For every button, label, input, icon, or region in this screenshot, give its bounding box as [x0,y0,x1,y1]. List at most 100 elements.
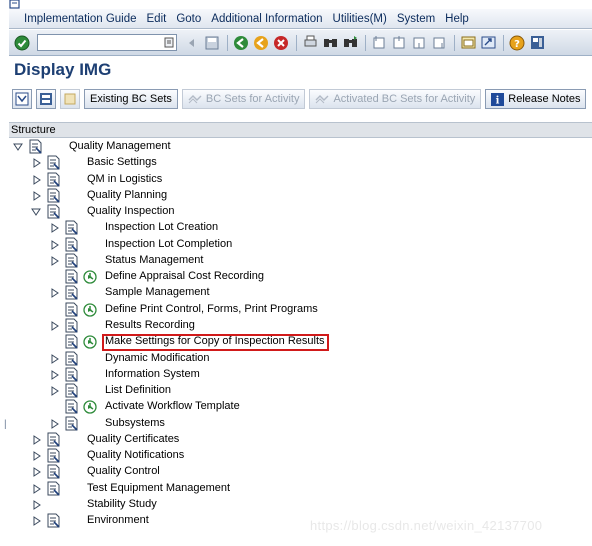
documentation-icon[interactable] [64,302,79,317]
bc-sets-for-activity-button[interactable]: BC Sets for Activity [181,89,306,109]
expand-node-icon[interactable] [51,288,59,299]
tree-node-label[interactable]: Inspection Lot Completion [105,238,232,250]
back-green-icon[interactable] [232,34,250,52]
tree-node-label[interactable]: Stability Study [87,498,157,510]
cancel-icon[interactable] [272,34,290,52]
tree-node-label[interactable]: Quality Notifications [87,449,184,461]
create-session-icon[interactable] [459,34,477,52]
help-icon[interactable]: ? [508,34,526,52]
tree-node[interactable]: Subsystems [9,416,592,432]
tree-node[interactable]: Define Appraisal Cost Recording [9,269,592,285]
tree-node[interactable]: Quality Inspection [9,204,592,220]
tree-node-label[interactable]: Define Appraisal Cost Recording [105,270,264,282]
collapse-node-icon[interactable] [13,142,23,152]
tree-node-label[interactable]: Subsystems [105,417,165,429]
documentation-icon[interactable] [64,253,79,268]
tree-node[interactable]: Inspection Lot Creation [9,220,592,236]
tree-node-label[interactable]: Status Management [105,254,203,266]
expand-node-icon[interactable] [33,483,41,494]
documentation-icon[interactable] [46,172,61,187]
tree-node[interactable]: Stability Study [9,497,592,513]
tree-node-label[interactable]: Quality Planning [87,189,167,201]
where-used-button[interactable] [60,89,80,109]
menu-goto[interactable]: Goto [176,13,201,25]
expand-node-icon[interactable] [33,158,41,169]
prev-page-icon[interactable] [390,34,408,52]
tree-node-label[interactable]: Quality Certificates [87,433,179,445]
activated-bc-sets-button[interactable]: Activated BC Sets for Activity [309,89,482,109]
expand-node-icon[interactable] [51,223,59,234]
expand-node-icon[interactable] [51,369,59,380]
expand-node-icon[interactable] [33,516,41,527]
execute-activity-icon[interactable] [83,303,97,317]
documentation-icon[interactable] [64,383,79,398]
tree-node[interactable]: Status Management [9,253,592,269]
documentation-icon[interactable] [46,464,61,479]
last-page-icon[interactable] [430,34,448,52]
back-icon[interactable] [183,34,201,52]
documentation-icon[interactable] [64,285,79,300]
tree-node[interactable]: Results Recording [9,318,592,334]
documentation-icon[interactable] [46,448,61,463]
documentation-icon[interactable] [64,399,79,414]
tree-node-label[interactable]: Test Equipment Management [87,482,230,494]
tree-node[interactable]: Dynamic Modification [9,351,592,367]
tree-node-label[interactable]: Sample Management [105,286,210,298]
execute-activity-icon[interactable] [83,335,97,349]
find-next-icon[interactable] [341,34,359,52]
tree-node-label[interactable]: Environment [87,514,149,526]
collapse-node-icon[interactable] [31,207,41,217]
documentation-icon[interactable] [46,155,61,170]
expand-node-icon[interactable] [51,239,59,250]
expand-node-icon[interactable] [33,174,41,185]
tree-node[interactable]: Test Equipment Management [9,481,592,497]
expand-node-icon[interactable] [33,434,41,445]
shortcut-icon[interactable] [479,34,497,52]
exit-icon[interactable] [252,34,270,52]
find-icon[interactable] [321,34,339,52]
save-icon[interactable] [203,34,221,52]
expand-node-icon[interactable] [51,321,59,331]
expand-node-icon[interactable] [33,451,41,462]
documentation-icon[interactable] [46,188,61,203]
documentation-icon[interactable] [64,367,79,382]
tree-node-label[interactable]: Results Recording [105,319,195,331]
tree-node[interactable]: Quality Control [9,464,592,480]
expand-node-icon[interactable] [33,500,41,510]
tree-node[interactable]: Activate Workflow Template [9,399,592,415]
documentation-icon[interactable] [64,318,79,333]
dropdown-icon[interactable] [164,37,174,48]
expand-node-icon[interactable] [51,255,59,266]
menu-utilities[interactable]: Utilities(M) [333,13,387,25]
existing-bc-sets-button[interactable]: Existing BC Sets [84,89,178,109]
documentation-icon[interactable] [46,481,61,496]
documentation-icon[interactable] [64,334,79,349]
tree-node[interactable]: Basic Settings [9,155,592,171]
tree-node-label[interactable]: Define Print Control, Forms, Print Progr… [105,303,318,315]
documentation-icon[interactable] [64,416,79,431]
execute-activity-icon[interactable] [83,400,97,414]
expand-node-icon[interactable] [51,418,59,429]
first-page-icon[interactable] [370,34,388,52]
documentation-icon[interactable] [46,204,61,219]
release-notes-button[interactable]: i Release Notes [485,89,587,109]
expand-node-icon[interactable] [33,190,41,201]
tree-node[interactable]: QM in Logistics [9,172,592,188]
tree-node-label[interactable]: Activate Workflow Template [105,400,240,412]
documentation-icon[interactable] [64,220,79,235]
next-page-icon[interactable] [410,34,428,52]
tree-node-label[interactable]: Quality Control [87,465,160,477]
tree-node[interactable]: Quality Notifications [9,448,592,464]
tree-node-label[interactable]: Inspection Lot Creation [105,221,218,233]
display-button[interactable] [36,89,56,109]
tree-node-label[interactable]: QM in Logistics [87,173,162,185]
tree-node[interactable]: Quality Certificates [9,432,592,448]
tree-node-label[interactable]: Quality Inspection [87,205,174,217]
tree-node[interactable]: Inspection Lot Completion [9,237,592,253]
tree-node[interactable]: Quality Management [9,139,592,155]
documentation-icon[interactable] [28,139,43,154]
menu-implementation-guide[interactable]: Implementation Guide [24,13,137,25]
menu-additional-information[interactable]: Additional Information [211,13,322,25]
expand-node-icon[interactable] [33,467,41,478]
tree-node-label[interactable]: Quality Management [69,140,171,152]
